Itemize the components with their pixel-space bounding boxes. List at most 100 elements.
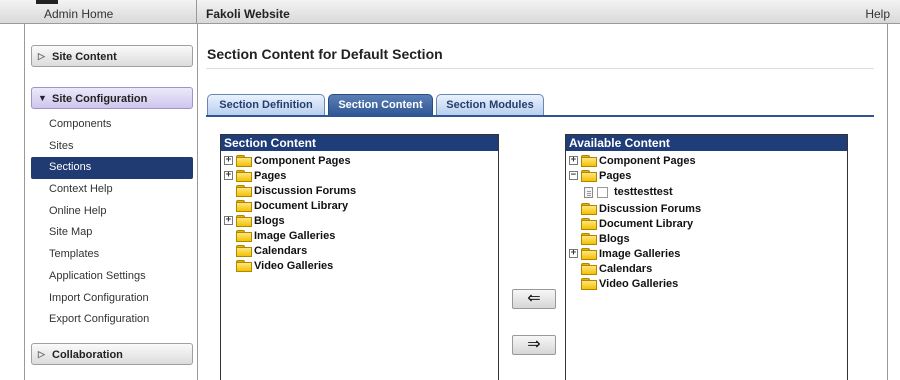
node-label: Calendars: [254, 244, 308, 257]
page-checkbox[interactable]: [597, 186, 608, 198]
tab-section-modules[interactable]: Section Modules: [436, 94, 544, 116]
folder-icon: [581, 278, 597, 290]
site-configuration-section-button[interactable]: ▼ Site Configuration: [31, 87, 193, 109]
sidebar-item-import-configuration[interactable]: Import Configuration: [31, 288, 193, 310]
page-node[interactable]: testtesttest: [569, 183, 847, 201]
node-label: Video Galleries: [599, 277, 679, 290]
top-bar: Admin Home Fakoli Website Help: [0, 0, 900, 24]
divider: [196, 0, 197, 24]
tree-node[interactable]: + Blogs: [224, 213, 498, 228]
folder-icon: [581, 248, 597, 260]
tree-node[interactable]: + Component Pages: [224, 153, 498, 168]
collapsed-triangle-icon: ▷: [38, 51, 45, 61]
folder-icon: [581, 263, 597, 275]
tree-node[interactable]: − Pages: [569, 168, 847, 183]
folder-icon: [236, 200, 252, 212]
admin-home-link[interactable]: Admin Home: [44, 7, 113, 21]
section-label: Site Configuration: [52, 93, 148, 105]
folder-icon: [581, 203, 597, 215]
site-content-section-button[interactable]: ▷ Site Content: [31, 45, 193, 67]
sidebar-item-site-map[interactable]: Site Map: [31, 222, 193, 244]
page-title: Section Content for Default Section: [207, 46, 443, 62]
tree-node[interactable]: Discussion Forums: [569, 201, 847, 216]
tree-node[interactable]: Document Library: [224, 198, 498, 213]
folder-icon: [581, 218, 597, 230]
node-label: Pages: [254, 169, 287, 182]
tree-node[interactable]: Document Library: [569, 216, 847, 231]
sidebar-item-online-help[interactable]: Online Help: [31, 201, 193, 223]
sidebar-menu: Components Sites Sections Context Help O…: [31, 114, 193, 331]
node-label: Calendars: [599, 262, 653, 275]
divider: [206, 68, 874, 69]
tree-node[interactable]: Blogs: [569, 231, 847, 246]
section-content-tree: + Component Pages + Pages Discussion For…: [221, 151, 498, 273]
move-right-button[interactable]: ⇒: [512, 335, 556, 355]
node-label: testtesttest: [614, 186, 673, 198]
sidebar-item-sections[interactable]: Sections: [31, 157, 193, 180]
expand-icon[interactable]: +: [569, 156, 578, 165]
collapse-icon[interactable]: −: [569, 171, 578, 180]
tree-node[interactable]: + Image Galleries: [569, 246, 847, 261]
tree-node[interactable]: Video Galleries: [224, 258, 498, 273]
logo: [36, 0, 58, 4]
section-label: Collaboration: [52, 349, 123, 361]
sidebar-item-export-configuration[interactable]: Export Configuration: [31, 309, 193, 331]
divider: [887, 24, 888, 380]
available-content-tree: + Component Pages − Pages testtesttest D…: [566, 151, 847, 291]
panel-header: Available Content: [566, 135, 847, 151]
node-label: Discussion Forums: [254, 184, 357, 197]
site-title: Fakoli Website: [206, 7, 290, 21]
tree-node[interactable]: Calendars: [224, 243, 498, 258]
expanded-triangle-icon: ▼: [38, 93, 47, 103]
node-label: Pages: [599, 169, 632, 182]
tab-section-content[interactable]: Section Content: [328, 94, 433, 116]
section-content-panel: Section Content + Component Pages + Page…: [220, 134, 499, 380]
help-link[interactable]: Help: [865, 7, 890, 21]
node-label: Component Pages: [599, 154, 696, 167]
sidebar-item-application-settings[interactable]: Application Settings: [31, 266, 193, 288]
folder-icon: [236, 185, 252, 197]
node-label: Document Library: [254, 199, 349, 212]
collaboration-section-button[interactable]: ▷ Collaboration: [31, 343, 193, 365]
folder-icon: [581, 233, 597, 245]
node-label: Video Galleries: [254, 259, 334, 272]
expand-icon[interactable]: +: [569, 249, 578, 258]
node-label: Document Library: [599, 217, 694, 230]
sidebar-item-sites[interactable]: Sites: [31, 136, 193, 158]
divider: [197, 24, 198, 380]
tree-node[interactable]: Video Galleries: [569, 276, 847, 291]
available-content-panel: Available Content + Component Pages − Pa…: [565, 134, 848, 380]
folder-icon: [236, 260, 252, 272]
folder-icon: [236, 155, 252, 167]
node-label: Blogs: [599, 232, 630, 245]
folder-icon: [236, 215, 252, 227]
move-left-button[interactable]: ⇐: [512, 289, 556, 309]
tree-node[interactable]: Calendars: [569, 261, 847, 276]
node-label: Image Galleries: [254, 229, 336, 242]
folder-icon: [581, 170, 597, 182]
tree-node[interactable]: Discussion Forums: [224, 183, 498, 198]
tab-bar-line: [206, 115, 874, 117]
panel-header: Section Content: [221, 135, 498, 151]
section-label: Site Content: [52, 51, 117, 63]
expand-icon[interactable]: +: [224, 171, 233, 180]
sidebar-item-components[interactable]: Components: [31, 114, 193, 136]
sidebar-item-context-help[interactable]: Context Help: [31, 179, 193, 201]
sidebar-item-templates[interactable]: Templates: [31, 244, 193, 266]
collapsed-triangle-icon: ▷: [38, 349, 45, 359]
node-label: Component Pages: [254, 154, 351, 167]
node-label: Image Galleries: [599, 247, 681, 260]
node-label: Blogs: [254, 214, 285, 227]
tree-node[interactable]: + Component Pages: [569, 153, 847, 168]
tab-section-definition[interactable]: Section Definition: [207, 94, 325, 116]
folder-icon: [236, 245, 252, 257]
tree-node[interactable]: + Pages: [224, 168, 498, 183]
expand-icon[interactable]: +: [224, 156, 233, 165]
tree-node[interactable]: Image Galleries: [224, 228, 498, 243]
folder-icon: [236, 170, 252, 182]
expand-icon[interactable]: +: [224, 216, 233, 225]
node-label: Discussion Forums: [599, 202, 702, 215]
folder-icon: [581, 155, 597, 167]
page-icon: [584, 186, 593, 198]
folder-icon: [236, 230, 252, 242]
